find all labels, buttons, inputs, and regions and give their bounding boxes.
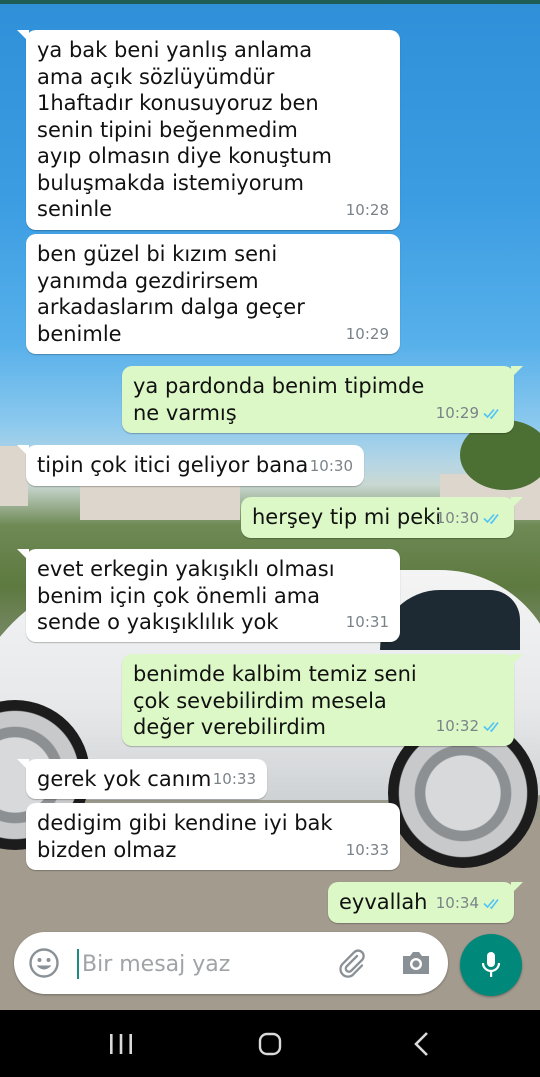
message-text: ya bak beni yanlış anlama ama açık sözlü… [37, 38, 332, 221]
message-time: 10:34 [435, 893, 479, 912]
message-bubble-incoming[interactable]: dedigim gibi kendine iyi bak bizden olma… [26, 803, 400, 870]
camera-icon[interactable] [400, 948, 432, 978]
message-time: 10:29 [435, 403, 479, 422]
message-meta: 10:29 [346, 321, 389, 348]
message-time: 10:32 [435, 716, 479, 735]
message-meta: 10:30 [310, 453, 353, 480]
back-icon[interactable] [412, 1031, 432, 1057]
message-text: tipin çok itici geliyor bana [37, 453, 309, 477]
read-ticks-icon [483, 408, 499, 419]
message-time: 10:33 [345, 840, 389, 859]
message-time: 10:28 [345, 200, 389, 219]
emoji-icon[interactable] [28, 947, 60, 979]
read-ticks-icon [483, 898, 499, 909]
message-text: dedigim gibi kendine iyi bak bizden olma… [37, 811, 333, 862]
message-meta: 10:33 [346, 837, 389, 864]
message-time: 10:30 [435, 508, 479, 527]
message-time: 10:30 [309, 456, 353, 475]
message-meta: 10:30 [436, 505, 503, 532]
message-time: 10:29 [345, 324, 389, 343]
text-cursor [77, 949, 79, 979]
message-bubble-outgoing[interactable]: ya pardonda benim tipimde ne varmış 10:2… [122, 366, 523, 433]
message-bubble-incoming[interactable]: gerek yok canım 10:33 [17, 759, 267, 799]
message-input[interactable] [80, 944, 324, 984]
message-bubble-outgoing[interactable]: eyvallah 10:34 [328, 882, 523, 923]
message-time: 10:33 [212, 769, 256, 788]
message-meta: 10:33 [213, 766, 256, 793]
message-text: evet erkegin yakışıklı olması benim için… [37, 557, 335, 634]
microphone-button[interactable] [460, 934, 522, 996]
message-meta: 10:28 [346, 197, 389, 224]
paperclip-icon[interactable] [336, 947, 368, 979]
message-bubble-incoming[interactable]: tipin çok itici geliyor bana 10:30 [17, 445, 364, 486]
message-bubble-outgoing[interactable]: herşey tip mi peki 10:30 [241, 497, 523, 538]
message-time: 10:31 [345, 612, 389, 631]
message-meta: 10:29 [436, 400, 503, 427]
message-meta: 10:31 [346, 609, 389, 636]
message-meta: 10:34 [436, 890, 503, 917]
message-bubble-incoming[interactable]: evet erkegin yakışıklı olması benim için… [17, 549, 400, 642]
recents-icon[interactable] [108, 1033, 134, 1055]
home-icon[interactable] [258, 1032, 282, 1056]
microphone-icon [481, 952, 501, 977]
header-strip [0, 0, 540, 4]
message-composer [14, 932, 448, 994]
read-ticks-icon [483, 513, 499, 524]
read-ticks-icon [483, 721, 499, 732]
message-meta: 10:32 [436, 713, 503, 740]
message-bubble-outgoing[interactable]: benimde kalbim temiz seni çok sevebilird… [122, 654, 523, 746]
message-bubble-incoming[interactable]: ya bak beni yanlış anlama ama açık sözlü… [17, 30, 400, 230]
message-bubble-incoming[interactable]: ben güzel bi kızım seni yanımda gezdirir… [26, 234, 400, 354]
message-text: ben güzel bi kızım seni yanımda gezdirir… [37, 242, 305, 346]
